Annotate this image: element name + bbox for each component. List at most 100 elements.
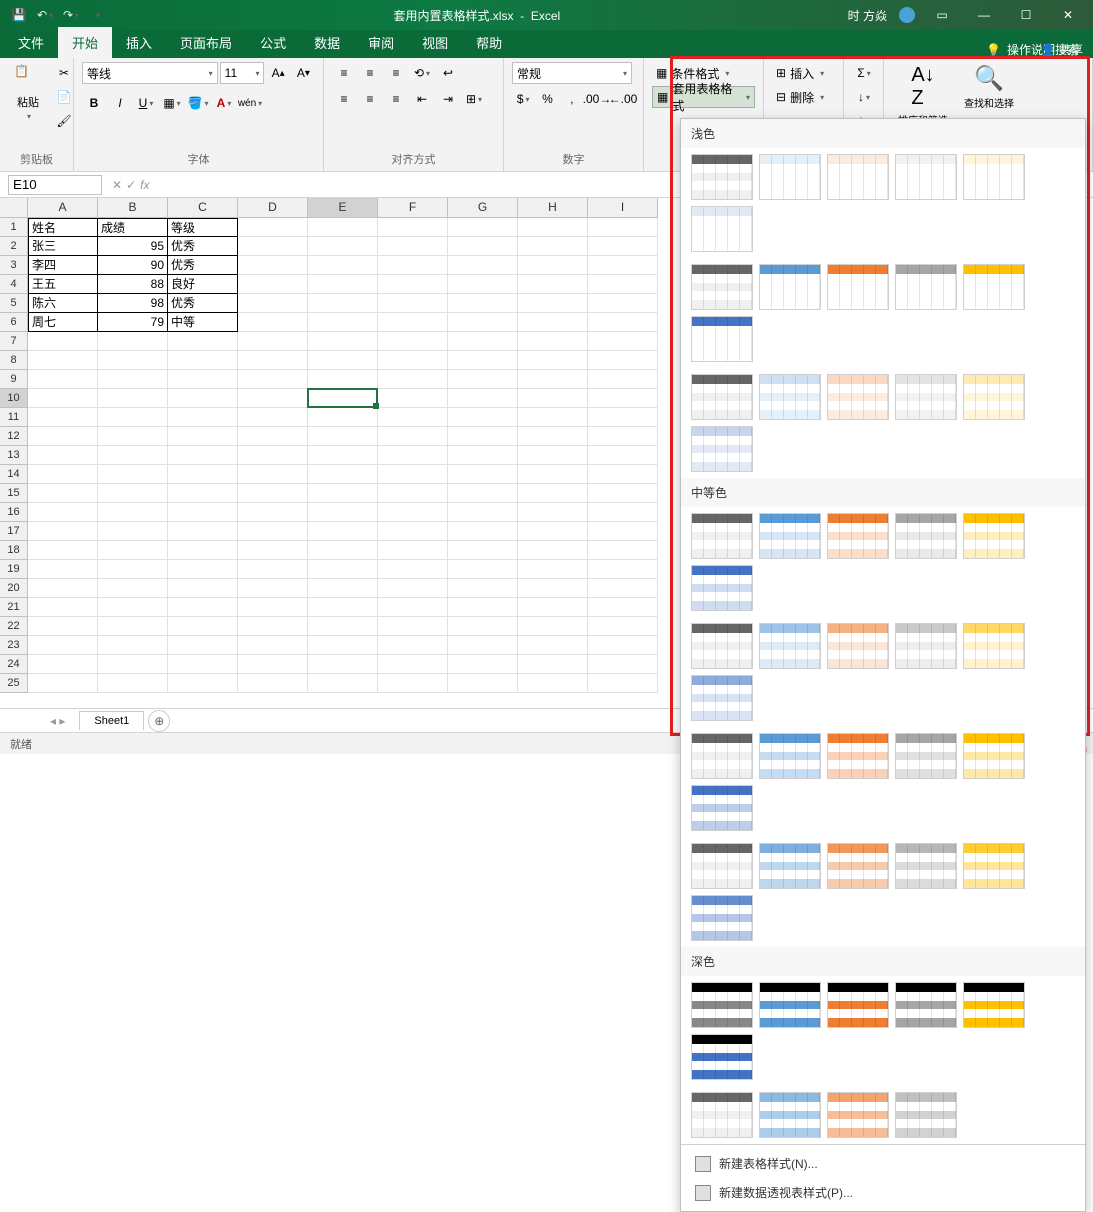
- cell[interactable]: 79: [98, 313, 168, 332]
- fill-icon[interactable]: ↓▾: [852, 86, 876, 108]
- table-style-thumb[interactable]: [691, 426, 753, 472]
- cell[interactable]: [588, 370, 658, 389]
- cell[interactable]: [588, 389, 658, 408]
- cell[interactable]: [238, 541, 308, 560]
- cell[interactable]: [308, 617, 378, 636]
- table-style-thumb[interactable]: [691, 843, 753, 889]
- cell[interactable]: [98, 351, 168, 370]
- cell[interactable]: [518, 351, 588, 370]
- qat-customize-icon[interactable]: ▾: [88, 6, 106, 24]
- table-style-thumb[interactable]: [827, 843, 889, 889]
- cell[interactable]: [98, 332, 168, 351]
- cell[interactable]: [28, 389, 98, 408]
- format-painter-icon[interactable]: 🖌: [52, 110, 76, 132]
- cell[interactable]: [168, 389, 238, 408]
- cell[interactable]: [98, 446, 168, 465]
- row-header[interactable]: 3: [0, 256, 28, 275]
- cell[interactable]: [308, 541, 378, 560]
- table-style-thumb[interactable]: [895, 513, 957, 559]
- indent-decrease-icon[interactable]: ⇤: [410, 88, 434, 110]
- table-style-thumb[interactable]: [691, 154, 753, 200]
- cell[interactable]: [378, 313, 448, 332]
- cell[interactable]: [238, 484, 308, 503]
- cell[interactable]: [448, 636, 518, 655]
- cell[interactable]: [28, 503, 98, 522]
- cell[interactable]: [378, 655, 448, 674]
- cell[interactable]: [238, 313, 308, 332]
- cell[interactable]: [518, 655, 588, 674]
- new-table-style-button[interactable]: 新建表格样式(N)...: [681, 1149, 1085, 1178]
- wrap-text-icon[interactable]: ↩: [436, 62, 460, 84]
- row-header[interactable]: 15: [0, 484, 28, 503]
- cell[interactable]: [448, 408, 518, 427]
- ribbon-tab-页面布局[interactable]: 页面布局: [166, 27, 246, 58]
- cell[interactable]: [378, 294, 448, 313]
- ribbon-tab-开始[interactable]: 开始: [58, 27, 112, 58]
- cell[interactable]: [588, 275, 658, 294]
- column-header[interactable]: F: [378, 198, 448, 218]
- cell[interactable]: [518, 370, 588, 389]
- cell[interactable]: [588, 294, 658, 313]
- cell[interactable]: [168, 674, 238, 693]
- share-button[interactable]: 👤 共享: [1041, 41, 1083, 58]
- cell[interactable]: [588, 237, 658, 256]
- cell[interactable]: [378, 218, 448, 237]
- cell[interactable]: [448, 674, 518, 693]
- cell[interactable]: [168, 332, 238, 351]
- cell[interactable]: [378, 484, 448, 503]
- new-pivot-style-button[interactable]: 新建数据透视表样式(P)...: [681, 1178, 1085, 1207]
- undo-icon[interactable]: ↶▾: [36, 6, 54, 24]
- cell[interactable]: [238, 256, 308, 275]
- delete-cells-button[interactable]: ⊟删除▾: [772, 86, 835, 108]
- cell[interactable]: [28, 408, 98, 427]
- table-style-thumb[interactable]: [827, 154, 889, 200]
- increase-decimal-icon[interactable]: .00→: [585, 88, 609, 110]
- cell[interactable]: [448, 579, 518, 598]
- cell[interactable]: [448, 598, 518, 617]
- cell[interactable]: [448, 541, 518, 560]
- cell[interactable]: [378, 617, 448, 636]
- border-icon[interactable]: ▦▾: [160, 92, 184, 114]
- cell[interactable]: [588, 256, 658, 275]
- cell[interactable]: [378, 351, 448, 370]
- cell[interactable]: [308, 294, 378, 313]
- row-header[interactable]: 7: [0, 332, 28, 351]
- cell[interactable]: [238, 218, 308, 237]
- cell[interactable]: [308, 427, 378, 446]
- cell[interactable]: [238, 579, 308, 598]
- cell[interactable]: [448, 655, 518, 674]
- fx-icon[interactable]: fx: [140, 178, 149, 192]
- ribbon-tab-数据[interactable]: 数据: [300, 27, 354, 58]
- paste-button[interactable]: 📋 粘贴 ▾: [8, 62, 48, 123]
- cell[interactable]: [378, 370, 448, 389]
- cell[interactable]: [448, 617, 518, 636]
- table-style-thumb[interactable]: [963, 264, 1025, 310]
- cell[interactable]: [238, 427, 308, 446]
- format-as-table-button[interactable]: ▦套用表格格式▾: [652, 86, 755, 108]
- cell[interactable]: [28, 655, 98, 674]
- cell[interactable]: [238, 560, 308, 579]
- cell[interactable]: [378, 503, 448, 522]
- row-header[interactable]: 1: [0, 218, 28, 237]
- cell[interactable]: [378, 598, 448, 617]
- align-right-icon[interactable]: ≡: [384, 88, 408, 110]
- cell[interactable]: [28, 560, 98, 579]
- table-style-thumb[interactable]: [963, 733, 1025, 779]
- table-style-thumb[interactable]: [963, 374, 1025, 420]
- sheet-nav-icon[interactable]: ◂ ▸: [40, 714, 75, 728]
- cell[interactable]: [518, 446, 588, 465]
- percent-icon[interactable]: %: [536, 88, 558, 110]
- table-style-thumb[interactable]: [827, 733, 889, 779]
- cell[interactable]: 95: [98, 237, 168, 256]
- cell[interactable]: [448, 275, 518, 294]
- cell[interactable]: [378, 674, 448, 693]
- cell[interactable]: [518, 237, 588, 256]
- cell[interactable]: [308, 256, 378, 275]
- ribbon-display-icon[interactable]: ▭: [927, 3, 957, 27]
- cell[interactable]: [168, 617, 238, 636]
- table-style-thumb[interactable]: [963, 623, 1025, 669]
- row-header[interactable]: 18: [0, 541, 28, 560]
- cell[interactable]: [98, 484, 168, 503]
- indent-increase-icon[interactable]: ⇥: [436, 88, 460, 110]
- cell[interactable]: [448, 427, 518, 446]
